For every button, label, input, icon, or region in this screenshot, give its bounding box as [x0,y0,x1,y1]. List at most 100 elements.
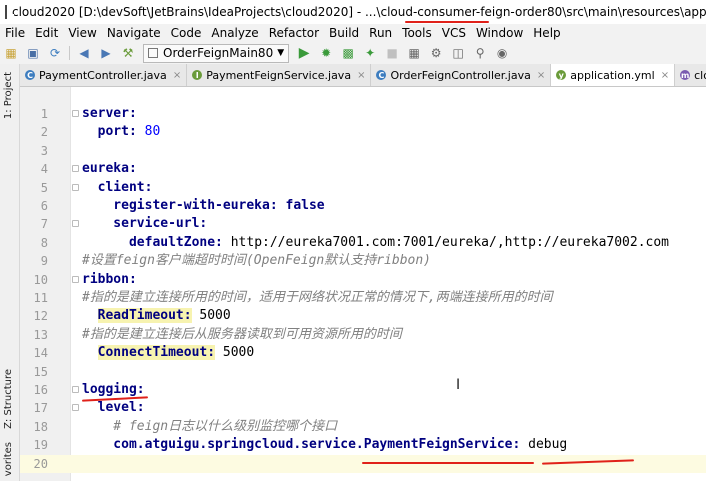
code-line[interactable]: 12 ReadTimeout: 5000 [20,307,706,325]
line-text: eureka: [82,160,137,178]
close-icon[interactable]: × [661,70,669,81]
menu-build[interactable]: Build [324,26,364,40]
run-play-icon[interactable]: ▶ [296,45,312,61]
line-number: 9 [40,254,48,269]
code-line[interactable]: 2 port: 80 [20,123,706,141]
line-text: #指的是建立连接后从服务器读取到可用资源所用的时间 [82,326,402,344]
menu-navigate[interactable]: Navigate [102,26,166,40]
code-line[interactable]: 3 [20,142,706,160]
line-text: ReadTimeout: 5000 [82,307,231,325]
fold-marker-icon[interactable] [72,275,79,283]
tab-application-yml[interactable]: y application.yml × [551,64,676,86]
stop-icon[interactable]: ■ [384,45,400,61]
code-line[interactable]: 16 logging: [20,381,706,399]
tab-label: PaymentFeignService.java [206,68,352,82]
code-token: ReadTimeout: [97,308,192,324]
save-all-icon[interactable]: ▣ [25,45,41,61]
code-line[interactable]: 9 #设置feign客户端超时时间(OpenFeign默认支持ribbon) [20,252,706,270]
menu-tools[interactable]: Tools [397,26,437,40]
code-editor[interactable]: 1 server: 2 port: 80 3 4 eureka: 5 client: 6 re… [20,87,706,481]
menu-vcs[interactable]: VCS [437,26,471,40]
debug-bug-icon[interactable]: ✹ [318,45,334,61]
fold-marker-icon[interactable] [72,386,79,393]
maven-icon: m [680,70,691,80]
code-token: level: [82,400,145,416]
code-line[interactable]: 1 server: [20,105,706,123]
menu-view[interactable]: View [63,26,101,40]
code-token: port: [82,124,145,140]
close-icon[interactable]: × [357,70,365,81]
tab-label: application.yml [570,68,655,82]
interface-icon: I [192,70,203,80]
code-line[interactable]: 17 level: [20,399,706,417]
tab-payment-feign-service[interactable]: I PaymentFeignService.java × [187,64,372,86]
sync-icon[interactable]: ⟳ [47,45,63,61]
project-tool-tab[interactable]: 1: Project [3,72,14,119]
code-line[interactable]: 11 #指的是建立连接所用的时间，适用于网络状况正常的情况下,两端连接所用的时间 [20,289,706,307]
window-title-prefix: cloud2020 [D:\devSoft\JetBrains\IdeaProj… [12,5,481,19]
menu-file[interactable]: File [0,26,30,40]
fold-marker-icon[interactable] [72,165,79,173]
tab-payment-controller[interactable]: C PaymentController.java × [20,64,188,86]
code-line[interactable]: 10 ribbon: [20,271,706,289]
line-number: 11 [33,291,48,305]
project-structure-icon[interactable]: ▦ [406,45,422,61]
line-number: 15 [33,364,48,379]
back-arrow-icon[interactable]: ◀ [76,45,92,61]
line-text: #设置feign客户端超时时间(OpenFeign默认支持ribbon) [82,252,431,270]
tab-cloud-consumer-pom[interactable]: m cloud-consum [675,64,706,86]
code-line[interactable]: 7 service-url: [20,215,706,233]
favorites-tool-tab[interactable]: vorites [3,442,14,476]
menu-run[interactable]: Run [364,26,397,40]
code-token: service-url: [82,216,208,232]
code-line[interactable]: 15 [20,363,706,381]
code-line[interactable]: 19 com.atguigu.springcloud.service.Payme… [20,436,706,454]
code-line[interactable]: 4 eureka: [20,160,706,178]
menu-window[interactable]: Window [471,26,528,40]
line-number: 6 [40,199,48,213]
run-configuration-selector[interactable]: OrderFeignMain80 ▼ [143,43,290,63]
fold-marker-icon[interactable] [72,404,79,412]
code-token: eureka: [82,161,137,177]
vcs-icon[interactable]: ◉ [494,45,510,61]
code-line[interactable]: 8 defaultZone: http://eureka7001.com:700… [20,234,706,252]
code-line[interactable]: 5 client: [20,179,706,197]
code-line[interactable]: 6 register-with-eureka: false [20,197,706,215]
line-text: client: [82,179,153,197]
menu-help[interactable]: Help [528,26,565,40]
toolbar-separator [69,46,70,60]
open-folder-icon[interactable]: ▦ [3,45,19,61]
build-hammer-icon[interactable]: ⚒ [120,45,136,61]
code-line[interactable]: 13 #指的是建立连接后从服务器读取到可用资源所用的时间 [20,326,706,344]
code-token: #设置feign客户端超时时间(OpenFeign默认支持ribbon) [82,253,432,269]
code-line[interactable]: 14 ConnectTimeout: 5000 [20,344,706,362]
code-line[interactable]: 18 # feign日志以什么级别监控哪个接口 [20,418,706,436]
code-token: com.atguigu.springcloud.service.PaymentF… [82,437,529,453]
line-number: 3 [40,143,48,158]
line-number: 13 [33,327,48,342]
fold-marker-icon[interactable] [72,110,79,117]
code-token: client: [82,179,153,195]
menu-edit[interactable]: Edit [30,26,63,40]
close-icon[interactable]: × [173,70,181,81]
forward-arrow-icon[interactable]: ▶ [98,45,114,61]
menu-analyze[interactable]: Analyze [206,26,263,40]
chevron-down-icon: ▼ [277,48,285,58]
fold-marker-icon[interactable] [72,183,79,191]
code-token: # feign日志以什么级别监控哪个接口 [82,418,338,434]
close-icon[interactable]: × [537,70,545,81]
coverage-icon[interactable]: ▩ [340,45,356,61]
code-token: defaultZone: [82,234,231,250]
fold-marker-icon[interactable] [72,220,79,228]
tab-order-feign-controller[interactable]: C OrderFeignController.java × [371,64,552,86]
line-text: com.atguigu.springcloud.service.PaymentF… [82,436,567,454]
code-token: logging: [82,382,145,397]
layout-icon[interactable]: ◫ [450,45,466,61]
line-text: defaultZone: http://eureka7001.com:7001/… [82,234,669,252]
menu-code[interactable]: Code [166,26,207,40]
structure-tool-tab[interactable]: Z: Structure [3,369,14,429]
menu-refactor[interactable]: Refactor [264,26,324,40]
search-icon[interactable]: ⚲ [472,45,488,61]
profile-icon[interactable]: ✦ [362,45,378,61]
settings-wrench-icon[interactable]: ⚙ [428,45,444,61]
